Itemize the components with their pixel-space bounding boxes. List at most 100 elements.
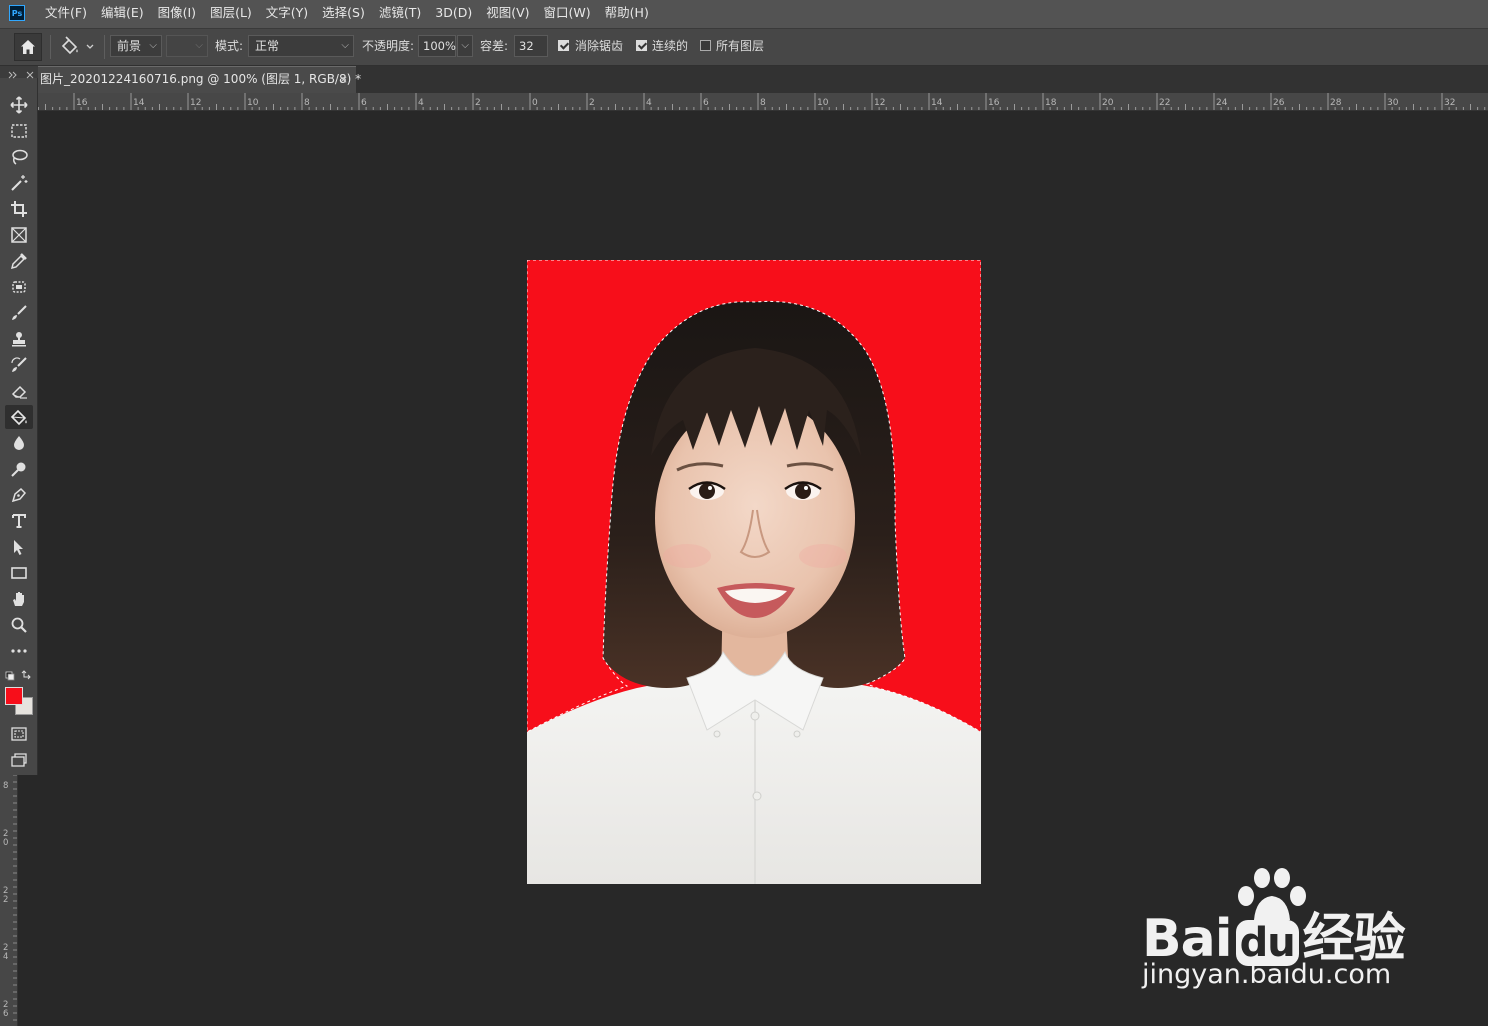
- frame-tool[interactable]: [5, 223, 33, 247]
- document-tab[interactable]: 图片_20201224160716.png @ 100% (图层 1, RGB/…: [38, 66, 361, 93]
- menu-image[interactable]: 图像(I): [151, 0, 203, 28]
- ruler-label: 6: [703, 98, 709, 108]
- cheek: [799, 544, 847, 568]
- healing-brush-tool[interactable]: [5, 275, 33, 299]
- all-layers-label: 所有图层: [716, 39, 765, 53]
- ruler-label: 2: [475, 98, 481, 108]
- screen-mode-button[interactable]: [5, 748, 33, 772]
- healing-brush-icon: [12, 281, 26, 293]
- default-colors-icon[interactable]: [5, 671, 15, 681]
- separator: [104, 35, 105, 59]
- pattern-picker[interactable]: ⌵: [166, 35, 208, 57]
- magic-wand-tool[interactable]: [5, 171, 33, 195]
- move-tool[interactable]: [5, 93, 33, 117]
- menu-type[interactable]: 文字(Y): [259, 0, 315, 28]
- ruler-label: 0: [3, 838, 8, 848]
- eraser-tool[interactable]: [5, 379, 33, 403]
- ruler-label: 28: [1330, 98, 1342, 108]
- history-brush-icon: [11, 357, 27, 372]
- close-icon[interactable]: ×: [339, 67, 348, 92]
- contiguous-checkbox[interactable]: [636, 40, 647, 51]
- stamp-tool[interactable]: [5, 327, 33, 351]
- collapse-icon: [8, 71, 34, 79]
- opacity-label: 不透明度:: [362, 39, 415, 53]
- history-brush-tool[interactable]: [5, 353, 33, 377]
- paint-bucket-tool[interactable]: [5, 405, 33, 429]
- magic-wand-icon: [11, 175, 28, 191]
- swap-colors-icon[interactable]: [21, 670, 31, 680]
- ruler-label: 14: [133, 98, 145, 108]
- screen-mode-icon: [11, 753, 27, 767]
- eraser-icon: [11, 385, 27, 399]
- photoshop-logo: Ps: [9, 5, 25, 21]
- ruler-label: 12: [874, 98, 885, 108]
- opacity-input[interactable]: 100%: [418, 35, 456, 57]
- marquee-tool[interactable]: [5, 119, 33, 143]
- ruler-label: 4: [418, 98, 424, 108]
- canvas-area[interactable]: Bai du 经验 jingyan.baidu.com: [38, 111, 1488, 1026]
- zoom-icon: [11, 617, 27, 633]
- menu-window[interactable]: 窗口(W): [537, 0, 598, 28]
- menu-layer[interactable]: 图层(L): [203, 0, 259, 28]
- quick-mask-button[interactable]: [5, 722, 33, 746]
- fill-source-select[interactable]: 前景 ⌵: [110, 35, 162, 57]
- baidu-watermark: Bai du 经验 jingyan.baidu.com: [1140, 866, 1420, 996]
- ruler-label: 32: [1444, 98, 1455, 108]
- ruler-label: 10: [817, 98, 829, 108]
- ruler-label: 6: [3, 1009, 8, 1019]
- crop-tool[interactable]: [5, 197, 33, 221]
- ruler-label: 8: [760, 98, 766, 108]
- document-canvas[interactable]: [527, 260, 981, 884]
- tool-preset-picker[interactable]: [58, 36, 100, 58]
- lasso-tool[interactable]: [5, 145, 33, 169]
- ruler-label: 2: [3, 895, 8, 905]
- all-layers-checkbox[interactable]: [700, 40, 711, 51]
- pen-tool[interactable]: [5, 483, 33, 507]
- home-icon: [21, 40, 35, 54]
- crop-icon: [11, 201, 27, 217]
- menu-help[interactable]: 帮助(H): [598, 0, 656, 28]
- blur-tool[interactable]: [5, 431, 33, 455]
- zoom-tool[interactable]: [5, 613, 33, 637]
- menu-edit[interactable]: 编辑(E): [94, 0, 151, 28]
- ruler-top-ticks: 16 14 12 10 8 6 4 2 0 2 4 6 8 10 12 14 16 18 20 22 24 26 28 30 3…: [38, 93, 1486, 110]
- eyedropper-tool[interactable]: [5, 249, 33, 273]
- chevron-down-icon: ⌵: [149, 40, 157, 51]
- hand-tool[interactable]: [5, 587, 33, 611]
- dodge-tool[interactable]: [5, 457, 33, 481]
- menu-view[interactable]: 视图(V): [479, 0, 536, 28]
- path-select-icon: [14, 540, 23, 555]
- pupil: [795, 483, 811, 499]
- rectangle-tool[interactable]: [5, 561, 33, 585]
- antialias-checkbox[interactable]: [558, 40, 569, 51]
- tolerance-input[interactable]: 32: [514, 35, 548, 57]
- tolerance-label: 容差:: [480, 39, 509, 53]
- document-tab-title: 图片_20201224160716.png @ 100% (图层 1, RGB/…: [40, 72, 362, 86]
- foreground-color-swatch[interactable]: [5, 687, 23, 705]
- mode-select[interactable]: 正常 ⌵: [248, 35, 354, 57]
- paint-bucket-icon: [61, 36, 94, 55]
- menu-file[interactable]: 文件(F): [38, 0, 94, 28]
- lasso-icon: [12, 149, 28, 165]
- menu-bar: Ps 文件(F) 编辑(E) 图像(I) 图层(L) 文字(Y) 选择(S) 滤…: [0, 0, 1488, 29]
- pupil: [699, 483, 715, 499]
- more-tools-button[interactable]: [5, 639, 33, 663]
- options-bar: 前景 ⌵ ⌵ 模式: 正常 ⌵ 不透明度: 100% ⌵ 容差: 32 消除锯齿…: [0, 29, 1488, 66]
- eyedropper-icon: [10, 253, 27, 270]
- type-tool[interactable]: [5, 509, 33, 533]
- menu-select[interactable]: 选择(S): [315, 0, 372, 28]
- pen-icon: [11, 487, 27, 503]
- ruler-label: 2: [589, 98, 595, 108]
- collar-button: [793, 730, 801, 738]
- chevron-down-icon: ⌵: [461, 40, 469, 51]
- path-select-tool[interactable]: [5, 535, 33, 559]
- brush-tool[interactable]: [5, 301, 33, 325]
- toolbox-header[interactable]: [0, 66, 38, 79]
- menu-3d[interactable]: 3D(D): [428, 0, 479, 28]
- ruler-label: 8: [3, 781, 8, 791]
- home-button[interactable]: [14, 33, 42, 61]
- opacity-slider-toggle[interactable]: ⌵: [457, 35, 473, 57]
- menu-filter[interactable]: 滤镜(T): [372, 0, 428, 28]
- ruler-label: 10: [247, 98, 259, 108]
- ruler-label: 26: [1273, 98, 1285, 108]
